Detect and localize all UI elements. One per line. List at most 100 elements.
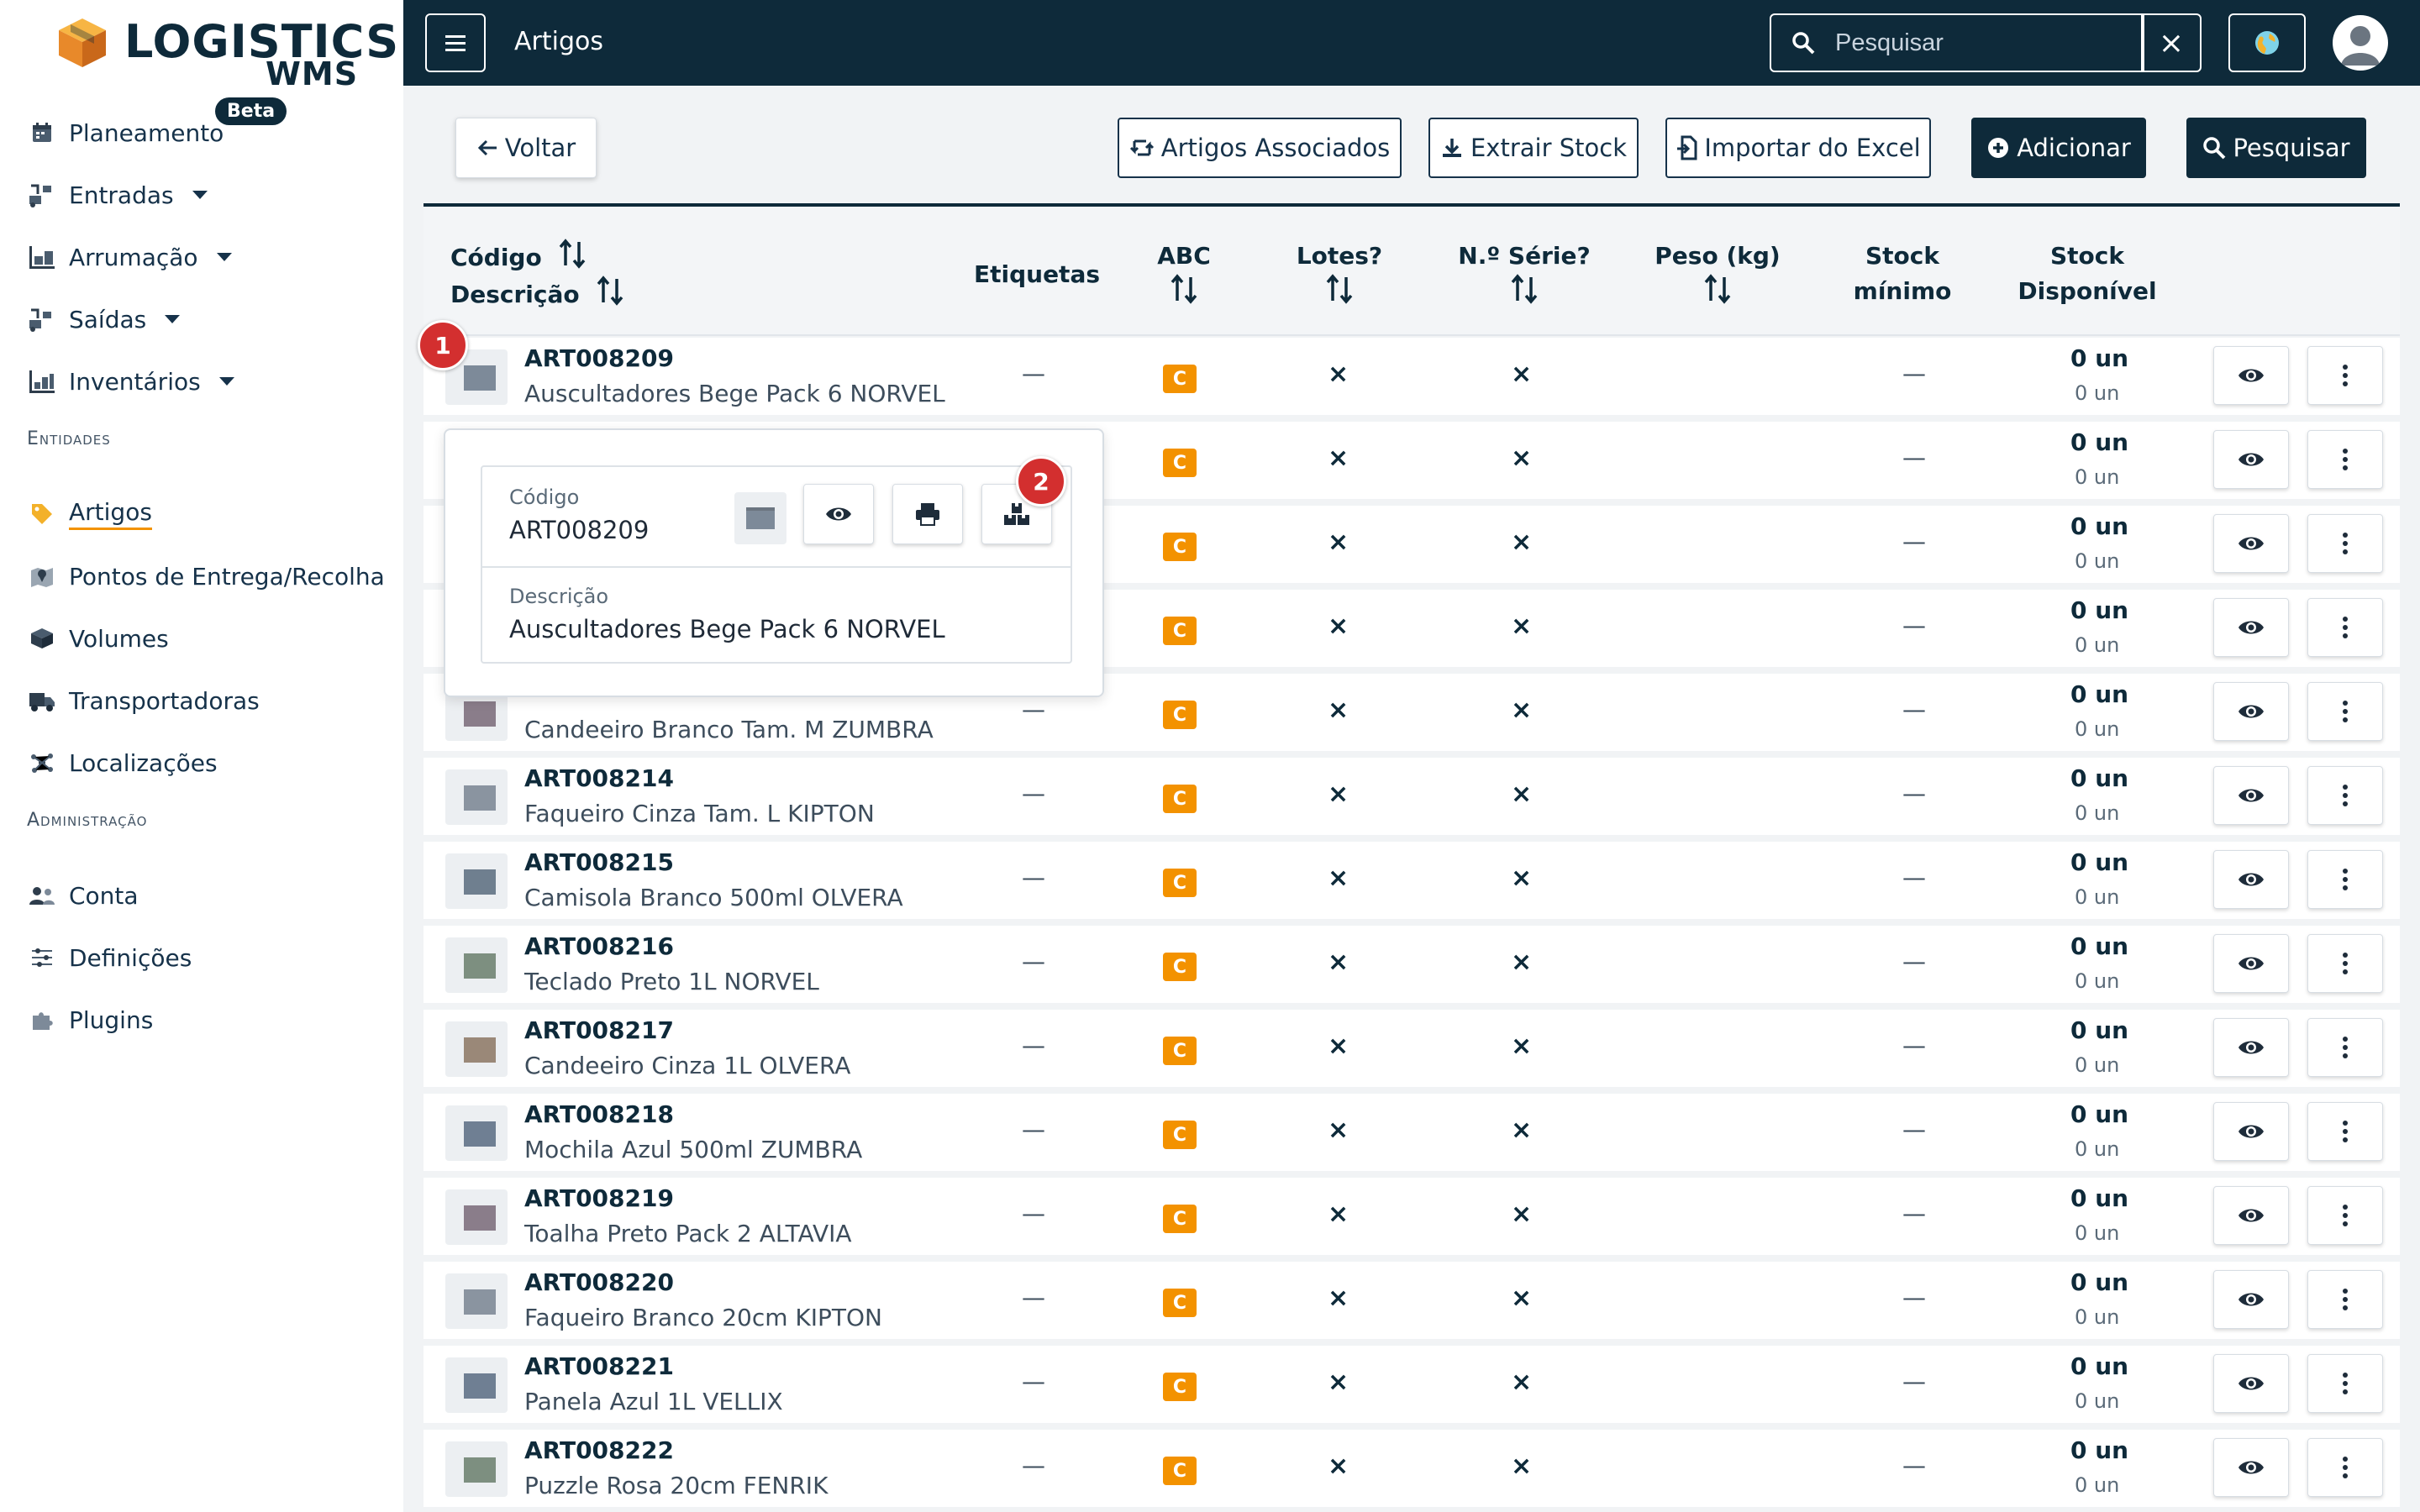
article-code[interactable]: ART008221 [524,1352,674,1380]
sidebar-item-inventarios[interactable]: Inventários [27,358,234,405]
article-thumbnail[interactable] [445,769,508,825]
sidebar-item-artigos[interactable]: Artigos [27,491,152,538]
logo[interactable]: LOGISTICS WMS [55,13,398,92]
search-clear-button[interactable]: × [2141,13,2202,72]
chevron-down-icon[interactable] [192,191,208,199]
back-button[interactable]: Voltar [455,118,597,178]
article-thumbnail[interactable] [445,1357,508,1413]
add-button[interactable]: Adicionar [1971,118,2146,178]
sidebar-item-pontos[interactable]: Pontos de Entrega/Recolha [27,553,385,600]
article-code[interactable]: ART008216 [524,932,674,960]
sidebar-item-plugins[interactable]: Plugins [27,996,153,1043]
article-thumbnail[interactable] [445,1189,508,1245]
view-button[interactable] [2213,1186,2289,1245]
table-row[interactable]: ART008219 Toalha Preto Pack 2 ALTAVIA — C × ×… [424,1178,2400,1255]
header-serial[interactable]: N.º Série? [1440,239,1608,314]
sidebar-item-entradas[interactable]: Entradas [27,171,208,218]
more-options-button[interactable] [2307,1438,2383,1497]
article-code[interactable]: ART008219 [524,1184,674,1212]
more-options-button[interactable] [2307,1102,2383,1161]
article-thumbnail[interactable] [445,1273,508,1329]
avatar[interactable] [2333,15,2388,71]
chevron-down-icon[interactable] [216,253,232,261]
more-options-button[interactable] [2307,682,2383,741]
more-options-button[interactable] [2307,1270,2383,1329]
view-button[interactable] [2213,850,2289,909]
sort-icon[interactable] [1170,274,1198,310]
more-options-button[interactable] [2307,514,2383,573]
view-button[interactable] [2213,1102,2289,1161]
more-options-button[interactable] [2307,346,2383,405]
article-code[interactable]: ART008220 [524,1268,674,1296]
table-row[interactable]: ART008217 Candeeiro Cinza 1L OLVERA — C × × — 0… [424,1010,2400,1087]
header-lots[interactable]: Lotes? [1272,239,1407,314]
sort-icon[interactable] [558,239,587,279]
view-button[interactable] [2213,430,2289,489]
sidebar-item-saidas[interactable]: Saídas [27,296,181,343]
header-weight[interactable]: Peso (kg) [1634,239,1802,314]
article-thumbnail[interactable] [445,853,508,909]
header-description[interactable]: Descrição [450,276,624,316]
table-row[interactable]: ART008215 Camisola Branco 500ml OLVERA — C ×… [424,842,2400,919]
table-row[interactable]: ART008220 Faqueiro Branco 20cm KIPTON — C × ×… [424,1262,2400,1339]
search-button[interactable]: Pesquisar [2186,118,2366,178]
article-code[interactable]: ART008222 [524,1436,674,1464]
sort-icon[interactable] [1703,274,1732,310]
sidebar-item-planeamento[interactable]: Planeamento [27,109,224,156]
theme-toggle-button[interactable] [2228,13,2306,72]
import-excel-button[interactable]: Importar do Excel [1665,118,1931,178]
table-row[interactable]: ART008216 Teclado Preto 1L NORVEL — C × × — 0 u… [424,926,2400,1003]
more-options-button[interactable] [2307,1354,2383,1413]
extract-stock-button[interactable]: Extrair Stock [1428,118,1639,178]
sidebar-item-volumes[interactable]: Volumes [27,615,169,662]
article-thumbnail[interactable] [445,1021,508,1077]
view-button[interactable] [2213,1354,2289,1413]
article-thumbnail[interactable] [445,937,508,993]
more-options-button[interactable] [2307,934,2383,993]
view-button[interactable] [2213,598,2289,657]
sidebar-item-conta[interactable]: Conta [27,872,139,919]
view-button[interactable] [2213,1018,2289,1077]
search-input[interactable] [1835,29,2121,57]
sort-icon[interactable] [596,276,624,316]
view-button[interactable] [2213,346,2289,405]
more-options-button[interactable] [2307,430,2383,489]
header-code[interactable]: Código [450,239,587,279]
associated-items-button[interactable]: Artigos Associados [1118,118,1402,178]
popover-thumbnail[interactable] [734,492,786,544]
chevron-down-icon[interactable] [165,315,181,323]
more-options-button[interactable] [2307,598,2383,657]
more-options-button[interactable] [2307,850,2383,909]
table-row[interactable]: ART008209 Auscultadores Bege Pack 6 NORVE… [424,338,2400,415]
sidebar-item-arrumacao[interactable]: Arrumação [27,234,232,281]
more-options-button[interactable] [2307,1018,2383,1077]
menu-button[interactable] [425,13,486,72]
sidebar-item-definicoes[interactable]: Definições [27,934,192,981]
article-code[interactable]: ART008217 [524,1016,674,1044]
popover-view-button[interactable] [803,484,874,544]
sidebar-item-localizacoes[interactable]: Localizações [27,739,218,786]
view-button[interactable] [2213,934,2289,993]
table-row[interactable]: ART008221 Panela Azul 1L VELLIX — C × × — 0 un 0… [424,1346,2400,1423]
sort-icon[interactable] [1510,274,1539,310]
header-abc[interactable]: ABC [1129,239,1239,314]
article-code[interactable]: ART008218 [524,1100,674,1128]
table-row[interactable]: ART008214 Faqueiro Cinza Tam. L KIPTON — C ×… [424,758,2400,835]
table-row[interactable]: ART008218 Mochila Azul 500ml ZUMBRA — C × × — 0… [424,1094,2400,1171]
article-code[interactable]: ART008209 [524,344,674,372]
more-options-button[interactable] [2307,1186,2383,1245]
sort-icon[interactable] [1325,274,1354,310]
article-code[interactable]: ART008215 [524,848,674,876]
view-button[interactable] [2213,766,2289,825]
view-button[interactable] [2213,514,2289,573]
article-thumbnail[interactable] [445,1441,508,1497]
view-button[interactable] [2213,682,2289,741]
sidebar-item-transportadoras[interactable]: Transportadoras [27,677,260,724]
article-thumbnail[interactable] [445,1105,508,1161]
view-button[interactable] [2213,1270,2289,1329]
more-options-button[interactable] [2307,766,2383,825]
chevron-down-icon[interactable] [218,377,234,386]
article-code[interactable]: ART008214 [524,764,674,792]
popover-print-button[interactable] [892,484,963,544]
view-button[interactable] [2213,1438,2289,1497]
